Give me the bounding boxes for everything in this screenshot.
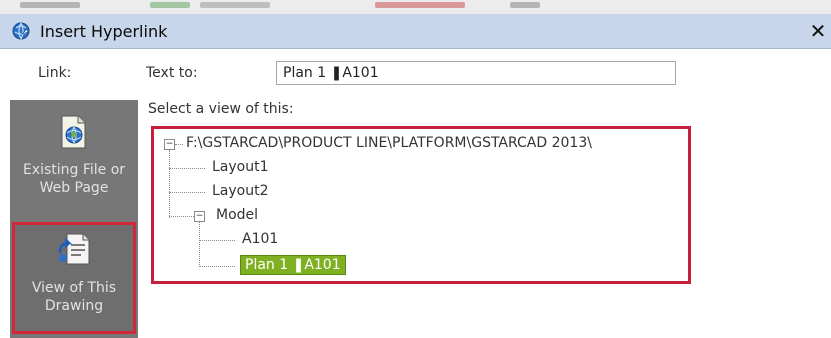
tree-connector: [169, 168, 205, 169]
background-blob: [20, 2, 80, 8]
file-globe-icon: [12, 114, 136, 155]
place-label-line: View of This: [31, 280, 117, 296]
background-window-strip: [0, 0, 831, 15]
tree-connector: [169, 192, 205, 193]
tree-connector: [169, 216, 194, 217]
place-existing-file-or-web-page[interactable]: Existing File or Web Page: [12, 108, 136, 212]
tree-connector: [199, 222, 200, 267]
place-view-of-this-drawing[interactable]: View of This Drawing: [12, 222, 136, 334]
tree-node-plan1-a101[interactable]: Plan 1 ❚A101: [240, 255, 346, 275]
background-blob: [150, 2, 190, 8]
text-to-label: Text to:: [146, 65, 198, 81]
tree-node-root[interactable]: F:\GSTARCAD\PRODUCT LINE\PLATFORM\GSTARC…: [186, 135, 592, 151]
tree-connector: [199, 240, 235, 241]
text-to-input[interactable]: [276, 61, 676, 85]
model-expander[interactable]: −: [194, 211, 205, 222]
place-label-line: Existing File or: [22, 162, 126, 178]
tree-node-model[interactable]: Model: [216, 207, 258, 223]
background-blob: [375, 2, 465, 8]
tree-node-a101[interactable]: A101: [242, 231, 278, 247]
background-blob: [200, 2, 270, 8]
link-places-bar: Existing File or Web Page View of This D…: [10, 100, 138, 338]
root-expander[interactable]: −: [164, 139, 175, 150]
place-label-line: Web Page: [39, 180, 109, 196]
hyperlink-globe-icon: [11, 21, 31, 41]
link-label: Link:: [38, 65, 72, 81]
close-button[interactable]: ✕: [807, 20, 829, 42]
tree-connector: [169, 150, 170, 218]
dialog-title: Insert Hyperlink: [40, 22, 168, 41]
view-tree[interactable]: − F:\GSTARCAD\PRODUCT LINE\PLATFORM\GSTA…: [151, 126, 691, 284]
drawing-view-icon: [12, 232, 136, 273]
background-blob: [510, 2, 540, 8]
tree-connector: [199, 266, 235, 267]
place-label-line: Drawing: [44, 298, 104, 314]
tree-node-layout2[interactable]: Layout2: [212, 183, 269, 199]
title-bar[interactable]: Insert Hyperlink ✕: [0, 14, 831, 49]
tree-node-layout1[interactable]: Layout1: [212, 159, 269, 175]
tree-connector: [175, 144, 183, 145]
select-view-label: Select a view of this:: [148, 101, 294, 117]
